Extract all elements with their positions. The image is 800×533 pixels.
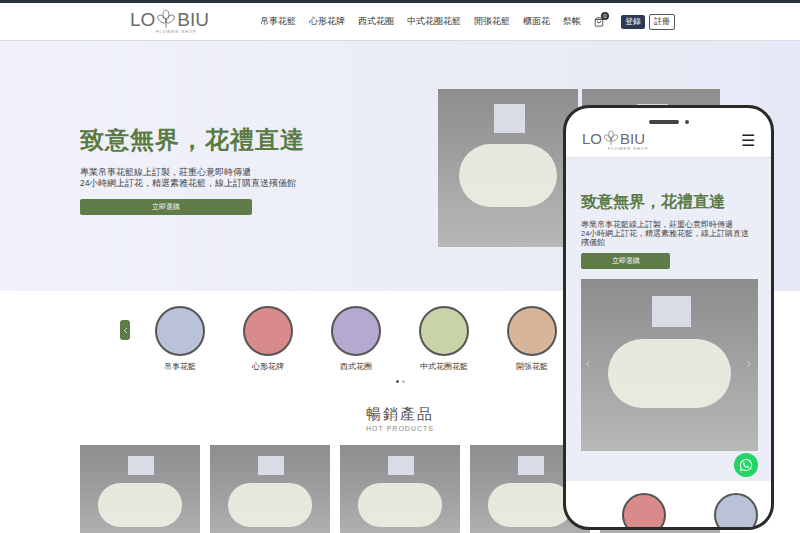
nav-item[interactable]: 西式花圈 [358,15,394,28]
phone-shop-button[interactable]: 立即選購 [581,253,670,269]
hero-text: 專業帛事花籃線上訂製，莊重心意即時傳遞 [80,167,430,178]
product-photo [340,445,460,533]
carousel-dot[interactable] [402,380,405,383]
nav-item[interactable]: 帛事花籃 [260,15,296,28]
phone-title: 致意無界，花禮直達 [581,192,756,212]
shop-button[interactable]: 立即選購 [80,199,252,215]
hero-text: 24小時網上訂花，精選素雅花籃，線上訂購直送殯儀館 [80,178,430,189]
phone-camera [685,120,689,124]
phone-speaker [649,120,679,124]
hero-title: 致意無界，花禮直達 [80,125,430,155]
category-item[interactable]: 帛事花籃 [155,306,205,372]
product-photo [80,445,200,533]
chevron-left-icon [121,326,130,335]
nav-item[interactable]: 祭帳 [563,15,581,28]
login-button[interactable]: 登錄 [621,15,645,29]
register-button[interactable]: 註冊 [649,14,675,30]
nav-item[interactable]: 中式花圈花籃 [407,15,461,28]
cart-badge: 0 [601,12,609,20]
nav-item[interactable]: 心形花牌 [309,15,345,28]
category-item[interactable]: 西式花圈 [331,306,381,372]
nav: 帛事花籃心形花牌西式花圈中式花圈花籃開張花籃櫃面花祭帳 0 登錄註冊 [260,14,675,30]
nav-item[interactable]: 開張花籃 [474,15,510,28]
phone-hero: 致意無界，花禮直達專業帛事花籃線上訂製，莊重心意即時傳遞24小時網上訂花，精選素… [566,158,771,481]
product-photo [210,445,330,533]
hot-title: 暢銷產品 [366,405,434,424]
phone-category[interactable] [714,493,758,530]
phone-text: 專業帛事花籃線上訂製，莊重心意即時傳遞 [581,220,756,229]
menu-button[interactable]: ☰ [741,133,755,149]
chevron-right-icon[interactable] [744,359,754,369]
whatsapp-button[interactable] [734,453,758,477]
hero-photo [438,89,578,247]
category-item[interactable]: 心形花牌 [243,306,293,372]
logo[interactable]: LOBIUFLOWER SHOP [130,9,209,34]
nav-item[interactable]: 櫃面花 [523,15,550,28]
carousel-dot[interactable] [396,380,399,383]
category-item[interactable]: 開張花籃 [507,306,557,372]
chevron-left-icon[interactable] [583,359,593,369]
phone-category[interactable] [622,493,666,530]
hot-subtitle: HOT PRODUCTS [366,424,434,435]
flower-icon [156,9,176,29]
category-item[interactable]: 中式花圈花籃 [419,306,469,372]
prev-button[interactable] [120,320,130,340]
phone-mockup: LOBIUFLOWER SHOP ☰ 致意無界，花禮直達專業帛事花籃線上訂製，莊重心… [563,105,774,530]
carousel-dots [396,380,405,383]
cart[interactable]: 0 [594,17,604,27]
flower-icon [603,130,619,146]
page: LOBIUFLOWER SHOP帛事花籃心形花牌西式花圈中式花圈花籃開張花籃櫃面… [0,0,800,533]
header: LOBIUFLOWER SHOP 帛事花籃心形花牌西式花圈中式花圈花籃開張花籃櫃面… [0,3,800,41]
logo[interactable]: LOBIUFLOWER SHOP [582,130,649,151]
phone-text: 24小時網上訂花，精選素雅花籃，線上訂購直送殯儀館 [581,229,756,247]
whatsapp-icon [739,458,753,472]
phone-photo [581,279,758,451]
